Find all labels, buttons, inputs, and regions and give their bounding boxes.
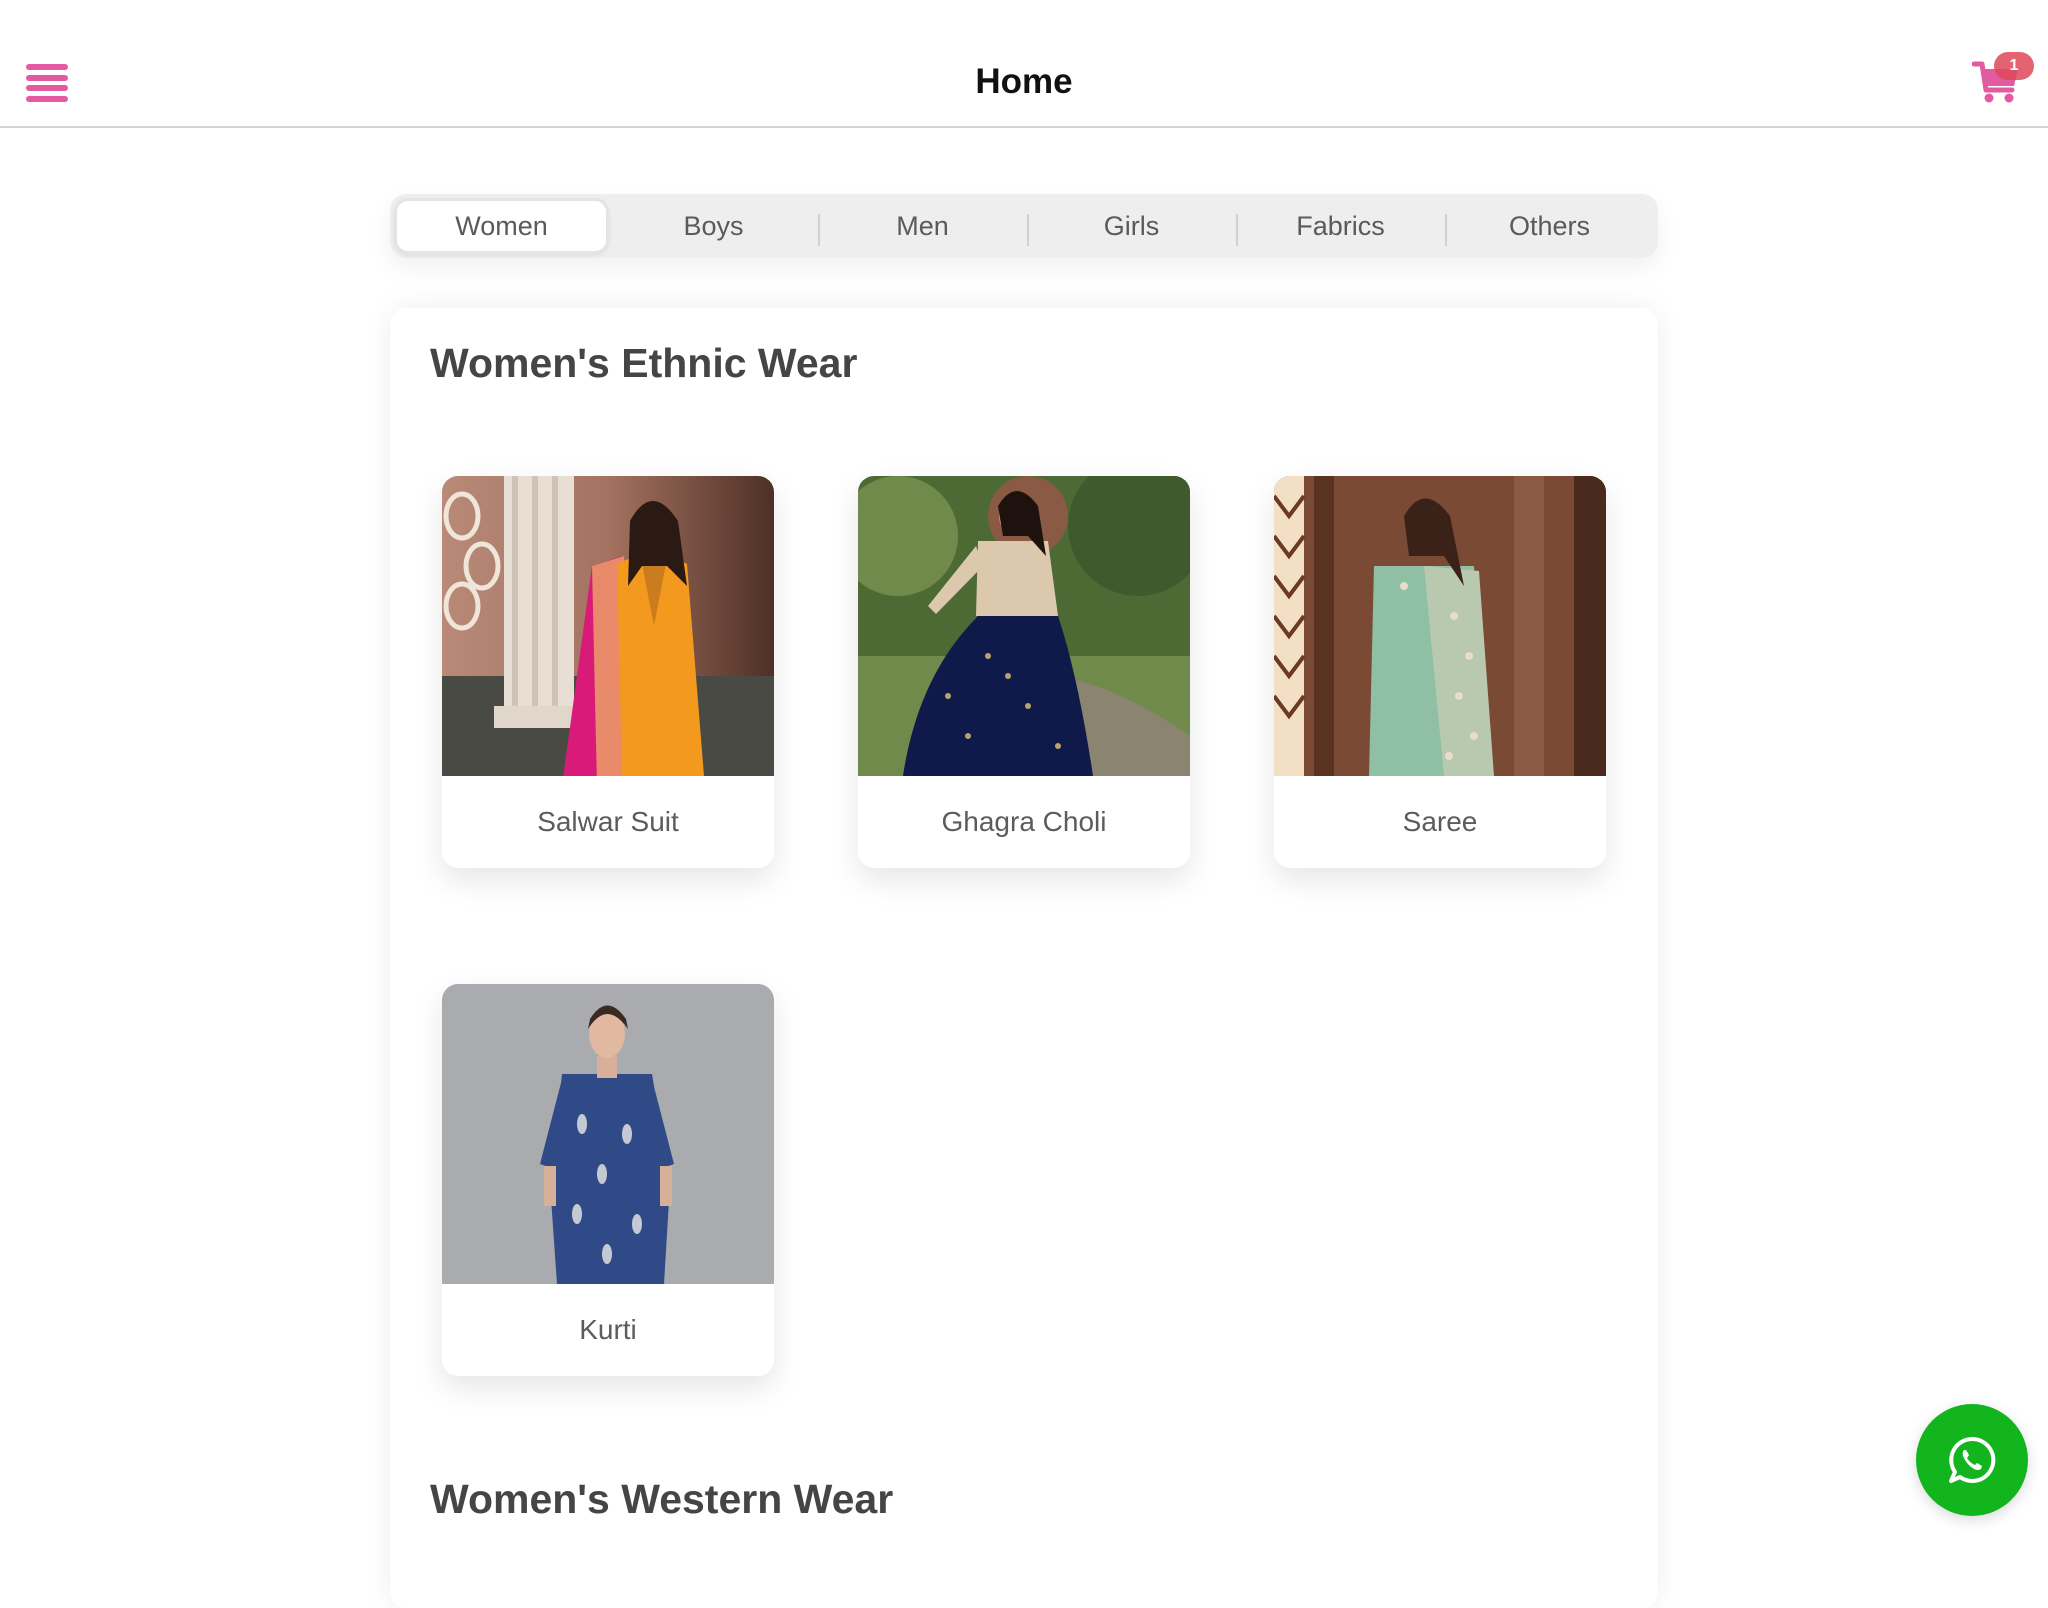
- product-image: [442, 984, 774, 1284]
- product-name: Ghagra Choli: [941, 806, 1107, 837]
- tab-girls[interactable]: Girls: [1027, 198, 1236, 254]
- tab-others[interactable]: Others: [1445, 198, 1654, 254]
- product-image: [442, 476, 774, 776]
- product-image: [858, 476, 1190, 776]
- product-card-kurti[interactable]: Kurti: [442, 984, 774, 1376]
- whatsapp-icon: [1949, 1436, 1996, 1483]
- tab-men[interactable]: Men: [818, 198, 1027, 254]
- product-card-saree[interactable]: Saree: [1274, 476, 1606, 868]
- tab-boys[interactable]: Boys: [609, 198, 818, 254]
- product-card-salwar-suit[interactable]: Salwar Suit: [442, 476, 774, 868]
- page-title: Home: [975, 62, 1073, 101]
- content-card: Women's Ethnic Wear Salwar Suit Ghagra C…: [390, 308, 1658, 1608]
- tab-fabrics[interactable]: Fabrics: [1236, 198, 1445, 254]
- product-image: [1274, 476, 1606, 776]
- category-tabs: Women Boys Men Girls Fabrics Others: [390, 194, 1658, 258]
- whatsapp-button[interactable]: [1916, 1404, 2028, 1516]
- tab-women[interactable]: Women: [394, 198, 609, 254]
- cart-count-badge: 1: [1994, 52, 2034, 80]
- product-name: Kurti: [579, 1314, 637, 1345]
- cart-button[interactable]: 1: [1968, 50, 2034, 112]
- product-name: Saree: [1402, 806, 1478, 837]
- product-card-ghagra-choli[interactable]: Ghagra Choli: [858, 476, 1190, 868]
- section-title: Women's Ethnic Wear: [430, 340, 858, 386]
- app-header: Home 1: [0, 0, 2048, 128]
- product-name: Salwar Suit: [537, 806, 679, 837]
- section-title: Women's Western Wear: [430, 1476, 894, 1522]
